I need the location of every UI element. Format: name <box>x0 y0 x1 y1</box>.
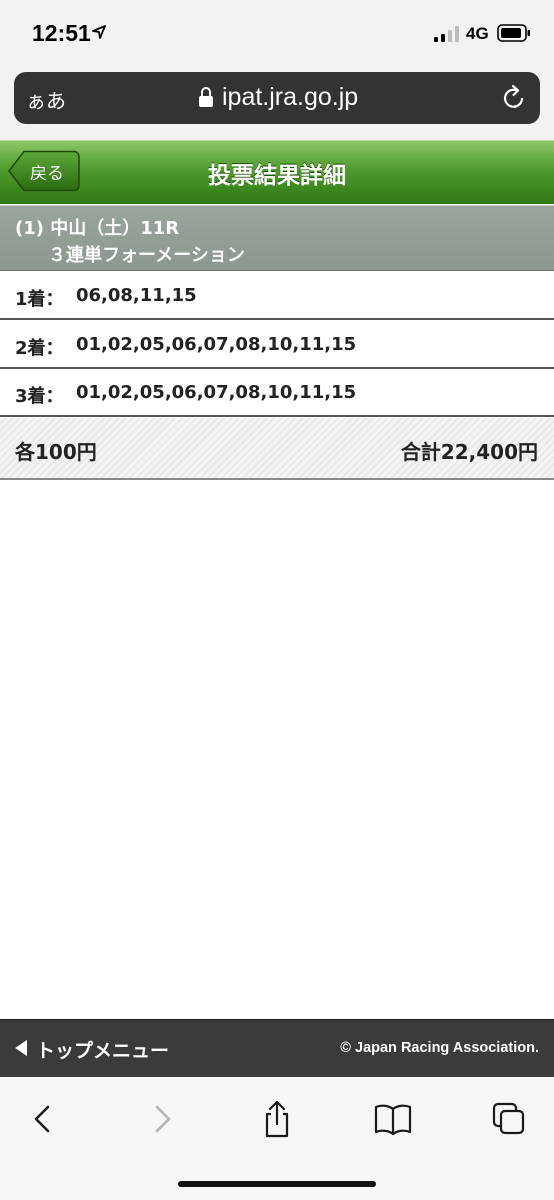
address-bar[interactable]: ぁあ ipat.jra.go.jp <box>14 72 540 124</box>
lock-icon <box>199 87 213 107</box>
race-name: (1) 中山（土）11R <box>15 218 180 239</box>
horse-numbers: 01,02,05,06,07,08,10,11,15 <box>76 334 357 355</box>
network-type: 4G <box>466 24 489 43</box>
horse-numbers: 01,02,05,06,07,08,10,11,15 <box>76 382 357 403</box>
copyright: © Japan Racing Association. <box>340 1040 539 1056</box>
place-label: 3着： <box>15 386 64 407</box>
text-size-button[interactable]: ぁあ <box>26 85 66 114</box>
browser-address-area: ぁあ ipat.jra.go.jp <box>0 64 554 140</box>
triangle-left-icon <box>15 1040 27 1056</box>
battery-icon <box>497 24 530 42</box>
table-row: 1着： 06,08,11,15 <box>0 272 554 320</box>
horse-numbers: 06,08,11,15 <box>76 285 197 306</box>
location-arrow-icon <box>92 25 106 39</box>
url-text[interactable]: ipat.jra.go.jp <box>222 83 358 112</box>
bet-type: ３連単フォーメーション <box>48 245 245 266</box>
bookmarks-icon[interactable] <box>373 1099 413 1139</box>
tabs-icon[interactable] <box>489 1099 529 1139</box>
signal-icon <box>434 26 459 42</box>
share-icon[interactable] <box>257 1099 297 1139</box>
unit-price: 各100円 <box>15 440 97 464</box>
home-indicator <box>178 1181 376 1187</box>
reload-icon[interactable] <box>500 84 528 112</box>
chevron-left-icon[interactable] <box>23 1099 63 1139</box>
app-header: 戻る 投票結果詳細 <box>0 140 554 204</box>
footer-bar: トップメニュー © Japan Racing Association. <box>0 1019 554 1077</box>
top-menu-label: トップメニュー <box>36 1040 170 1062</box>
status-time: 12:51 <box>32 20 91 46</box>
place-label: 1着： <box>15 289 64 310</box>
chevron-right-icon[interactable] <box>142 1099 182 1139</box>
page-title: 投票結果詳細 <box>208 163 346 189</box>
status-bar: 12:51 4G <box>0 0 554 64</box>
place-label: 2着： <box>15 338 64 359</box>
totals-row: 各100円 合計22,400円 <box>0 418 554 480</box>
table-row: 3着： 01,02,05,06,07,08,10,11,15 <box>0 369 554 417</box>
table-row: 2着： 01,02,05,06,07,08,10,11,15 <box>0 321 554 369</box>
browser-toolbar <box>0 1077 554 1200</box>
race-info: (1) 中山（土）11R ３連単フォーメーション <box>0 205 554 271</box>
total-price: 合計22,400円 <box>400 440 538 464</box>
